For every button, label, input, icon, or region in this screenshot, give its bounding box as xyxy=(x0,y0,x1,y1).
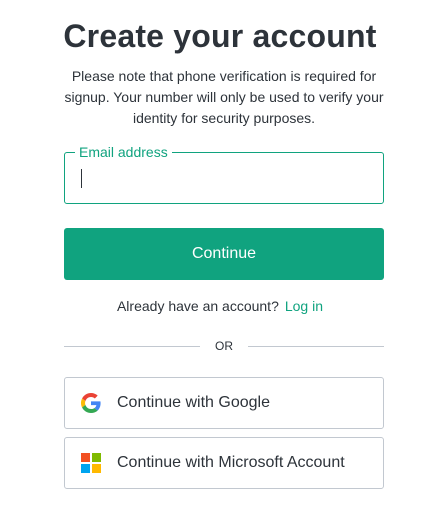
microsoft-button-label: Continue with Microsoft Account xyxy=(117,454,345,471)
page-subtitle: Please note that phone verification is r… xyxy=(64,68,384,126)
login-prompt-text: Already have an account? xyxy=(116,298,279,314)
divider-line-right xyxy=(248,346,384,347)
microsoft-logo-icon xyxy=(81,453,101,473)
continue-with-microsoft-button[interactable]: Continue with Microsoft Account xyxy=(64,437,384,489)
microsoft-logo-yellow-square xyxy=(92,464,101,473)
page-title: Create your account xyxy=(63,18,377,54)
email-field: Email address xyxy=(64,143,384,204)
text-caret xyxy=(81,169,82,188)
google-logo-icon xyxy=(81,393,101,413)
login-prompt-row: Already have an account? Log in xyxy=(0,296,440,316)
signup-page: Create your account Please note that pho… xyxy=(0,0,440,532)
or-divider: OR xyxy=(64,337,384,355)
microsoft-logo-red-square xyxy=(81,453,90,462)
continue-with-google-button[interactable]: Continue with Google xyxy=(64,377,384,429)
email-input[interactable] xyxy=(65,153,383,203)
continue-button[interactable]: Continue xyxy=(64,228,384,280)
microsoft-logo-green-square xyxy=(92,453,101,462)
login-link[interactable]: Log in xyxy=(285,298,323,314)
google-button-label: Continue with Google xyxy=(117,394,270,411)
microsoft-logo-blue-square xyxy=(81,464,90,473)
